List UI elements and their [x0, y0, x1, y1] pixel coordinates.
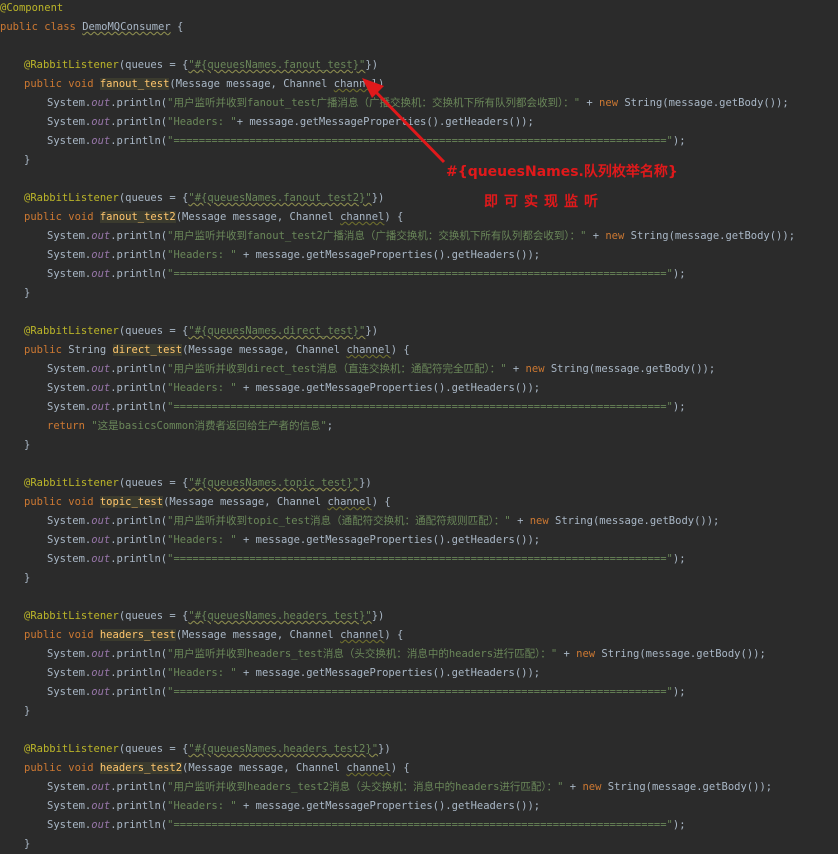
callout-line-2: 即可实现监听 — [484, 194, 604, 210]
arrow-line — [370, 86, 446, 164]
callout-line-1: #{queuesNames.队列枚举名称} — [446, 164, 678, 180]
annotation-callout: #{queuesNames.队列枚举名称} 即可实现监听 — [446, 157, 678, 217]
red-arrow-annotation — [362, 78, 446, 164]
